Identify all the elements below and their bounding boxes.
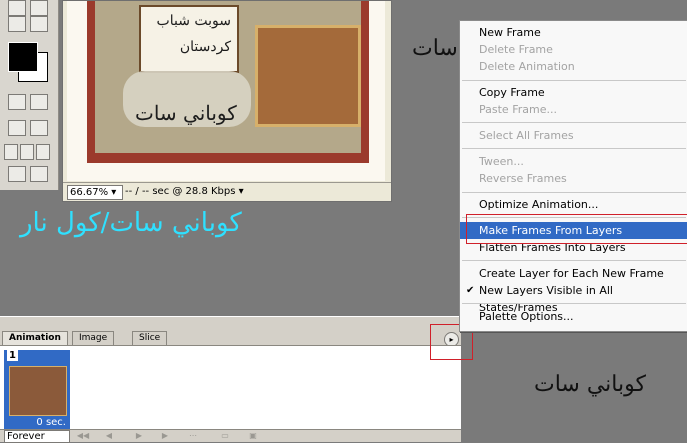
document-canvas[interactable]: سوبت شباب كردستان كوباني سات (67, 1, 385, 181)
menu-separator (462, 192, 686, 193)
slice-tool-icon[interactable] (8, 0, 26, 16)
tab-animation[interactable]: Animation (2, 331, 68, 345)
screen-mode-full-icon[interactable] (36, 144, 50, 160)
menu-separator (462, 122, 686, 123)
menu-item-tween[interactable]: Tween... (460, 153, 687, 170)
screen-mode-icon[interactable] (8, 120, 26, 136)
menu-item-copy-frame[interactable]: Copy Frame (460, 84, 687, 101)
menu-item-new-layers-visible[interactable]: ✔ New Layers Visible in All States/Frame… (460, 282, 687, 314)
menu-separator (462, 260, 686, 261)
menu-item-select-all-frames[interactable]: Select All Frames (460, 127, 687, 144)
jump-to-photoshop-icon[interactable] (8, 166, 26, 182)
menu-separator (462, 303, 686, 304)
tab-slice[interactable]: Slice (132, 331, 168, 345)
menu-item-reverse-frames[interactable]: Reverse Frames (460, 170, 687, 187)
document-status-bar: 66.67% ▾ -- / -- sec @ 28.8 Kbps ▾ (63, 182, 391, 201)
document-watermark: كوباني سات (135, 101, 237, 125)
frame-thumbnail-image (9, 366, 67, 416)
animation-palette-menu: New Frame Delete Frame Delete Animation … (459, 20, 687, 332)
first-frame-icon[interactable]: ◀◀ (76, 431, 90, 440)
loop-select[interactable]: Forever (4, 430, 70, 443)
eyedropper-tool-icon[interactable] (30, 0, 48, 16)
standard-mode-icon[interactable] (8, 94, 26, 110)
menu-separator (462, 80, 686, 81)
playback-controls: Forever ◀◀ ◀ ▶ ▶ ⋯ ▭ ▣ (0, 429, 461, 443)
tween-icon[interactable]: ⋯ (186, 431, 200, 440)
frame-delay[interactable]: 0 sec. (36, 417, 66, 428)
screen-mode-full-menu-icon[interactable] (20, 144, 34, 160)
card-line-2: كردستان (179, 39, 231, 55)
animation-panel: Animation Image Map Slice ▸ 1 0 sec. For… (0, 316, 461, 443)
card-line-1: سوبت شباب (156, 13, 231, 29)
menu-item-new-frame[interactable]: New Frame (460, 24, 687, 41)
document-window: سوبت شباب كردستان كوباني سات 66.67% ▾ --… (62, 0, 392, 202)
photo-stack (255, 25, 361, 127)
menu-separator (462, 148, 686, 149)
menu-item-paste-frame[interactable]: Paste Frame... (460, 101, 687, 118)
scrapbook-paper: سوبت شباب كردستان كوباني سات (95, 1, 361, 153)
zoom-level-select[interactable]: 66.67% ▾ (67, 185, 123, 200)
watermark-bottom-right: كوباني سات (534, 372, 646, 397)
tab-image-map[interactable]: Image Map (72, 331, 115, 356)
quick-mask-icon[interactable] (30, 94, 48, 110)
menu-item-annotation-box (466, 214, 687, 244)
duplicate-frame-icon[interactable]: ▭ (218, 431, 232, 440)
screen-mode-standard-icon[interactable] (4, 144, 18, 160)
download-speed-select[interactable]: -- / -- sec @ 28.8 Kbps ▾ (125, 185, 249, 198)
menu-item-delete-animation[interactable]: Delete Animation (460, 58, 687, 75)
desktop-caption: كوباني سات/كول نار (20, 208, 242, 238)
delete-frame-icon[interactable]: ▣ (246, 431, 260, 440)
scrapbook-frame-image: سوبت شباب كردستان كوباني سات (87, 1, 369, 163)
title-card: سوبت شباب كردستان (139, 5, 239, 73)
zoom-tool-icon[interactable] (30, 16, 48, 32)
toolbox (0, 0, 59, 190)
foreground-color-swatch[interactable] (8, 42, 38, 72)
preview-in-browser-icon[interactable] (30, 166, 48, 182)
previous-frame-icon[interactable]: ◀ (102, 431, 116, 440)
frame-thumbnail[interactable]: 1 0 sec. (4, 350, 70, 430)
frame-number: 1 (7, 350, 18, 361)
play-icon[interactable]: ▶ (132, 431, 146, 440)
menu-item-optimize-animation[interactable]: Optimize Animation... (460, 196, 687, 213)
menu-item-palette-options[interactable]: Palette Options... (460, 308, 687, 325)
menu-item-delete-frame[interactable]: Delete Frame (460, 41, 687, 58)
menu-item-create-layer-each-frame[interactable]: Create Layer for Each New Frame (460, 265, 687, 282)
next-frame-icon[interactable]: ▶ (158, 431, 172, 440)
hand-tool-icon[interactable] (8, 16, 26, 32)
checkmark-icon: ✔ (466, 285, 475, 296)
frames-area: 1 0 sec. (0, 345, 461, 430)
browser-preview-icon[interactable] (30, 120, 48, 136)
